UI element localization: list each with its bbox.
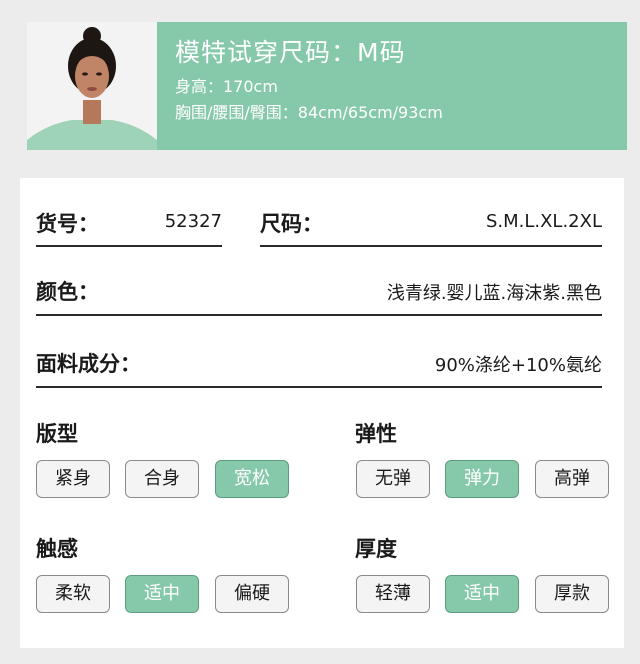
size-label: 尺码： xyxy=(260,212,323,236)
model-measurements: 胸围/腰围/臀围：84cm/65cm/93cm xyxy=(175,103,443,122)
thickness-option-thin: 轻薄 xyxy=(356,575,430,613)
size-value: S.M.L.XL.2XL xyxy=(485,211,602,232)
size-divider xyxy=(260,245,602,247)
fit-option-regular: 合身 xyxy=(125,460,199,498)
thickness-title: 厚度 xyxy=(355,537,397,561)
product-spec-card: 货号： 52327 尺码： S.M.L.XL.2XL 颜色： 浅青绿.婴儿蓝.海… xyxy=(20,178,624,648)
elasticity-option-high: 高弹 xyxy=(535,460,609,498)
item-no-value: 52327 xyxy=(164,211,222,232)
fabric-label: 面料成分： xyxy=(36,352,141,376)
color-label: 颜色： xyxy=(36,280,99,304)
touch-option-medium: 适中 xyxy=(125,575,199,613)
model-info: 模特试穿尺码：M码 身高：170cm 胸围/腰围/臀围：84cm/65cm/93… xyxy=(157,22,627,150)
elasticity-option-stretch: 弹力 xyxy=(445,460,519,498)
model-size-title: 模特试穿尺码：M码 xyxy=(175,38,406,67)
fabric-divider xyxy=(36,386,602,388)
thickness-option-thick: 厚款 xyxy=(535,575,609,613)
touch-option-firm: 偏硬 xyxy=(215,575,289,613)
model-height: 身高：170cm xyxy=(175,77,278,96)
fabric-value: 90%涤纶+10%氨纶 xyxy=(434,355,602,376)
fit-option-loose: 宽松 xyxy=(215,460,289,498)
fit-option-tight: 紧身 xyxy=(36,460,110,498)
touch-title: 触感 xyxy=(36,537,78,561)
thickness-option-medium: 适中 xyxy=(445,575,519,613)
elasticity-option-none: 无弹 xyxy=(356,460,430,498)
fit-title: 版型 xyxy=(36,422,78,446)
color-divider xyxy=(36,314,602,316)
model-photo xyxy=(27,22,157,150)
model-info-banner: 模特试穿尺码：M码 身高：170cm 胸围/腰围/臀围：84cm/65cm/93… xyxy=(27,22,627,150)
elasticity-title: 弹性 xyxy=(355,422,397,446)
model-photo-image xyxy=(27,22,157,150)
touch-option-soft: 柔软 xyxy=(36,575,110,613)
color-value: 浅青绿.婴儿蓝.海沫紫.黑色 xyxy=(386,283,602,304)
item-no-label: 货号： xyxy=(36,212,99,236)
item-no-divider xyxy=(36,245,222,247)
